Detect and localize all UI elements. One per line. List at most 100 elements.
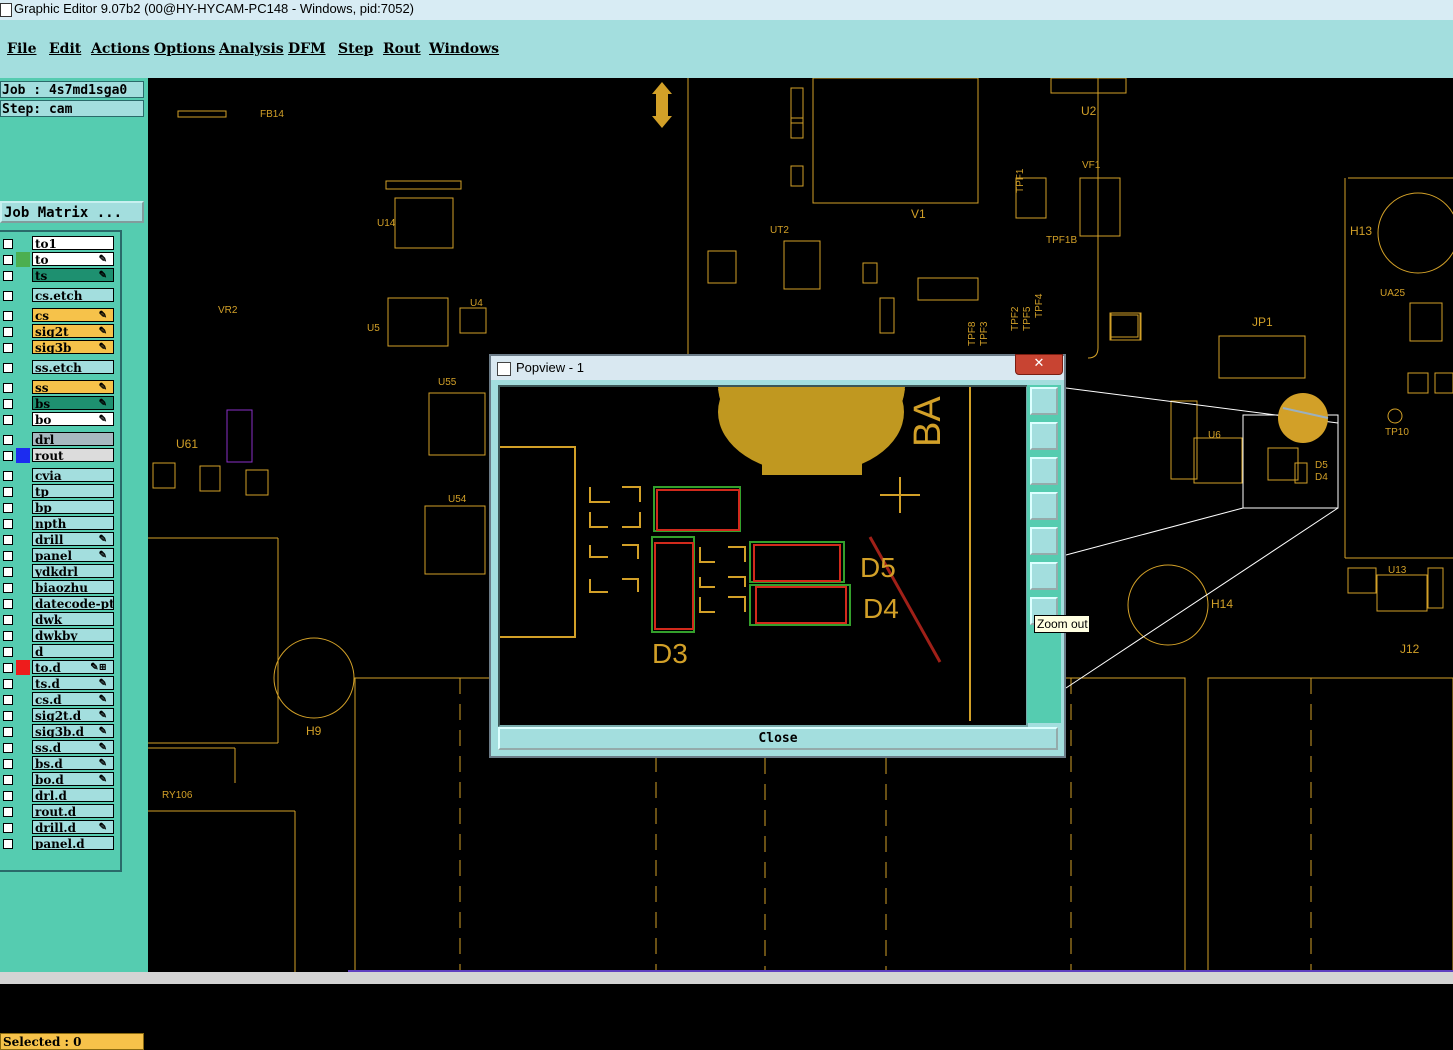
layer-color-swatch[interactable] [16, 432, 30, 447]
layer-checkbox[interactable] [3, 383, 13, 393]
layer-row[interactable]: drill.d ✎ [0, 820, 118, 836]
layer-name[interactable]: drill ✎ [32, 532, 114, 546]
layer-row[interactable]: sig2t ✎ [0, 324, 118, 340]
layer-checkbox[interactable] [3, 503, 13, 513]
layer-checkbox[interactable] [3, 343, 13, 353]
layer-row[interactable]: to ✎ [0, 252, 118, 268]
layer-color-swatch[interactable] [16, 500, 30, 515]
layer-row[interactable]: ts.d ✎ [0, 676, 118, 692]
popview-titlebar[interactable]: Popview - 1 [491, 356, 1064, 380]
pan-left-icon[interactable] [1030, 492, 1058, 520]
layer-row[interactable]: to1 [0, 236, 118, 252]
layer-name[interactable]: dwk [32, 612, 114, 626]
layer-name[interactable]: npth [32, 516, 114, 530]
layer-checkbox[interactable] [3, 743, 13, 753]
layer-row[interactable]: sig2t.d ✎ [0, 708, 118, 724]
layer-name[interactable]: ydkdrl [32, 564, 114, 578]
layer-name[interactable]: to ✎ [32, 252, 114, 266]
layer-row[interactable]: ss ✎ [0, 380, 118, 396]
layer-row[interactable]: bo.d ✎ [0, 772, 118, 788]
layer-row[interactable]: cs.etch [0, 288, 118, 304]
layer-row[interactable]: bo ✎ [0, 412, 118, 428]
layer-color-swatch[interactable] [16, 644, 30, 659]
layer-checkbox[interactable] [3, 519, 13, 529]
layer-color-swatch[interactable] [16, 516, 30, 531]
layer-row[interactable]: ss.etch [0, 360, 118, 376]
layer-checkbox[interactable] [3, 791, 13, 801]
layer-checkbox[interactable] [3, 823, 13, 833]
layer-color-swatch[interactable] [16, 252, 30, 267]
layer-color-swatch[interactable] [16, 236, 30, 251]
layer-checkbox[interactable] [3, 471, 13, 481]
layer-checkbox[interactable] [3, 399, 13, 409]
layer-checkbox[interactable] [3, 711, 13, 721]
layer-checkbox[interactable] [3, 759, 13, 769]
menu-windows[interactable]: Windows [429, 41, 499, 57]
layer-row[interactable]: ydkdrl [0, 564, 118, 580]
layer-name[interactable]: ts ✎ [32, 268, 114, 282]
layer-row[interactable]: rout.d [0, 804, 118, 820]
layer-name[interactable]: ss ✎ [32, 380, 114, 394]
layer-name[interactable]: sig3b ✎ [32, 340, 114, 354]
layer-color-swatch[interactable] [16, 628, 30, 643]
layer-checkbox[interactable] [3, 311, 13, 321]
layer-checkbox[interactable] [3, 807, 13, 817]
layer-name[interactable]: panel.d [32, 836, 114, 850]
layer-checkbox[interactable] [3, 663, 13, 673]
layer-checkbox[interactable] [3, 551, 13, 561]
layer-checkbox[interactable] [3, 647, 13, 657]
layer-color-swatch[interactable] [16, 708, 30, 723]
layer-row[interactable]: cvia [0, 468, 118, 484]
layer-color-swatch[interactable] [16, 740, 30, 755]
layer-name[interactable]: panel ✎ [32, 548, 114, 562]
layer-row[interactable]: panel.d [0, 836, 118, 852]
layer-name[interactable]: rout [32, 448, 114, 462]
layer-name[interactable]: sig2t.d ✎ [32, 708, 114, 722]
layer-name[interactable]: bs ✎ [32, 396, 114, 410]
pan-right-icon[interactable] [1030, 527, 1058, 555]
job-matrix-button[interactable]: Job Matrix ... [0, 201, 144, 223]
layer-row[interactable]: cs.d ✎ [0, 692, 118, 708]
layer-checkbox[interactable] [3, 327, 13, 337]
layer-name[interactable]: drl [32, 432, 114, 446]
layer-checkbox[interactable] [3, 535, 13, 545]
layer-checkbox[interactable] [3, 599, 13, 609]
layer-name[interactable]: ss.d ✎ [32, 740, 114, 754]
layer-checkbox[interactable] [3, 451, 13, 461]
layer-color-swatch[interactable] [16, 324, 30, 339]
layer-color-swatch[interactable] [16, 396, 30, 411]
layer-name[interactable]: d [32, 644, 114, 658]
layer-row[interactable]: d [0, 644, 118, 660]
menu-actions[interactable]: Actions [91, 41, 150, 57]
layer-color-swatch[interactable] [16, 412, 30, 427]
layer-color-swatch[interactable] [16, 288, 30, 303]
menu-edit[interactable]: Edit [49, 41, 81, 57]
layer-name[interactable]: biaozhu [32, 580, 114, 594]
layer-name[interactable]: dwkby [32, 628, 114, 642]
layer-color-swatch[interactable] [16, 596, 30, 611]
layer-color-swatch[interactable] [16, 448, 30, 463]
layer-row[interactable]: rout [0, 448, 118, 464]
layer-color-swatch[interactable] [16, 772, 30, 787]
layer-color-swatch[interactable] [16, 804, 30, 819]
layer-row[interactable]: panel ✎ [0, 548, 118, 564]
popview-close-button[interactable]: Close [498, 727, 1058, 750]
layer-name[interactable]: datecode-ptc [32, 596, 114, 610]
layer-name[interactable]: bs.d ✎ [32, 756, 114, 770]
layer-row[interactable]: drl [0, 432, 118, 448]
layer-color-swatch[interactable] [16, 308, 30, 323]
layer-row[interactable]: dwkby [0, 628, 118, 644]
layer-checkbox[interactable] [3, 435, 13, 445]
layer-checkbox[interactable] [3, 775, 13, 785]
layer-checkbox[interactable] [3, 291, 13, 301]
menu-analysis[interactable]: Analysis [219, 41, 284, 57]
layer-row[interactable]: bs.d ✎ [0, 756, 118, 772]
pan-down-icon[interactable] [1030, 457, 1058, 485]
zoom-home-icon[interactable] [1030, 562, 1058, 590]
layer-row[interactable]: to.d ✎⊞ [0, 660, 118, 676]
layer-color-swatch[interactable] [16, 340, 30, 355]
layer-name[interactable]: drill.d ✎ [32, 820, 114, 834]
layer-checkbox[interactable] [3, 695, 13, 705]
layer-name[interactable]: rout.d [32, 804, 114, 818]
menu-options[interactable]: Options [154, 41, 215, 57]
